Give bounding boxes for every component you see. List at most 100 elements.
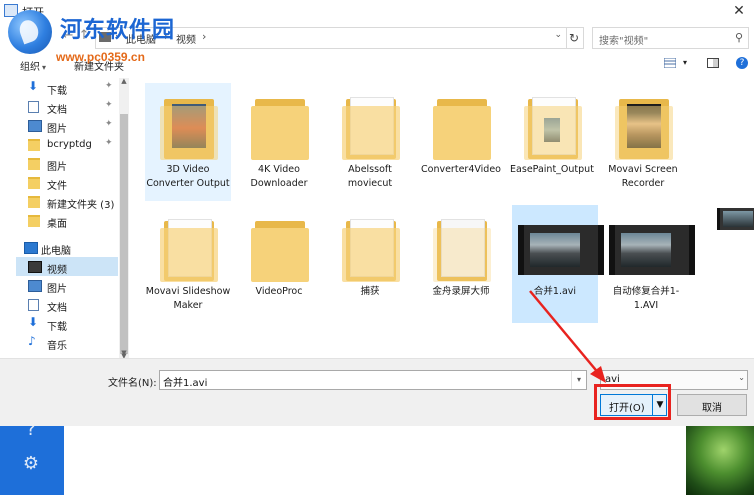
file-item-folder[interactable]: Movavi Slideshow Maker: [145, 205, 231, 323]
watermark-title: 河东软件园: [60, 17, 176, 43]
settings-icon[interactable]: ⚙: [19, 452, 43, 476]
folder-icon: [28, 139, 40, 151]
file-item-folder[interactable]: EasePaint_Output: [509, 83, 595, 201]
file-name: Movavi Screen Recorder: [608, 164, 678, 189]
folder-icon: [615, 96, 673, 160]
search-placeholder: 搜索"视频": [599, 36, 649, 47]
file-item-folder[interactable]: Abelssoft moviecut: [327, 83, 413, 201]
nav-item-downloads-pc[interactable]: ⬇ 下载: [16, 314, 118, 333]
search-icon[interactable]: ⚲: [735, 31, 743, 44]
file-name: 金舟录屏大师: [432, 286, 490, 297]
picture-icon: [28, 120, 42, 132]
folder-icon: [342, 218, 400, 282]
partial-video-thumbnail: [717, 208, 754, 230]
computer-icon: [24, 242, 38, 254]
nav-item-pictures-folder[interactable]: 图片: [16, 154, 118, 173]
nav-item-files[interactable]: 文件: [16, 173, 118, 192]
nav-item-label: 文档: [47, 303, 67, 314]
file-item-folder[interactable]: VideoProc: [236, 205, 322, 323]
file-item-folder[interactable]: 3D Video Converter Output: [145, 83, 231, 201]
file-name: EasePaint_Output: [510, 164, 594, 175]
chevron-down-icon[interactable]: ⌄: [554, 30, 562, 40]
nav-item-label: 新建文件夹 (3): [47, 200, 115, 211]
nav-item-new-folder-3[interactable]: 新建文件夹 (3): [16, 192, 118, 211]
video-thumbnail: [609, 225, 695, 275]
preview-pane-icon[interactable]: [707, 58, 719, 68]
file-item-folder[interactable]: 捕获: [327, 205, 413, 323]
nav-item-label: 图片: [47, 284, 67, 295]
file-list: 3D Video Converter Output 4K Video Downl…: [132, 78, 754, 358]
file-item-folder[interactable]: Movavi Screen Recorder: [600, 83, 686, 201]
video-thumbnail: [518, 225, 604, 275]
download-icon: ⬇: [28, 315, 39, 329]
cancel-button[interactable]: 取消: [677, 394, 747, 416]
navigation-pane: ⬇ 下载 ✦ 文档 ✦ 图片 ✦ bcryptdg ✦ 图片 文件 新建文件夹 …: [16, 78, 118, 358]
file-item-folder[interactable]: 4K Video Downloader: [236, 83, 322, 201]
help-icon[interactable]: ?: [736, 57, 748, 69]
nav-item-this-pc[interactable]: 此电脑: [16, 238, 118, 257]
filename-field[interactable]: 合并1.avi ▾: [159, 370, 587, 390]
nav-item-label: 此电脑: [41, 246, 71, 257]
nav-item-bcryptdg[interactable]: bcryptdg ✦: [16, 135, 118, 154]
scrollbar-thumb[interactable]: [120, 114, 128, 354]
filename-value: 合并1.avi: [163, 378, 208, 389]
close-button[interactable]: ✕: [730, 2, 748, 20]
filename-label: 文件名(N):: [108, 378, 157, 389]
nav-item-pictures-pc[interactable]: 图片: [16, 276, 118, 295]
view-options-icon[interactable]: [664, 58, 676, 68]
folder-icon: [28, 196, 40, 208]
site-watermark: 河东软件园 www.pc0359.cn: [8, 6, 208, 66]
nav-item-label: 文件: [47, 181, 67, 192]
folder-icon: [28, 215, 40, 227]
nav-item-label: 下载: [47, 86, 67, 97]
nav-item-videos[interactable]: 视频: [16, 257, 118, 276]
chevron-down-icon[interactable]: ▾: [683, 58, 687, 67]
nav-scrollbar[interactable]: ▲ ▼: [119, 77, 129, 360]
file-name: 3D Video Converter Output: [146, 164, 230, 189]
pin-icon: ✦: [105, 119, 113, 129]
nav-item-label: 视频: [47, 265, 67, 276]
chevron-down-icon[interactable]: ▾: [571, 371, 586, 389]
file-name: VideoProc: [255, 286, 303, 297]
folder-icon: [433, 96, 491, 160]
search-input[interactable]: 搜索"视频" ⚲: [592, 27, 749, 49]
pin-icon: ✦: [105, 100, 113, 110]
nav-item-documents[interactable]: 文档 ✦: [16, 97, 118, 116]
background-photo: [686, 420, 754, 495]
refresh-button[interactable]: ↻: [565, 27, 584, 49]
pin-icon: ✦: [105, 138, 113, 148]
nav-item-downloads[interactable]: ⬇ 下载 ✦: [16, 78, 118, 97]
video-folder-icon: [28, 261, 42, 273]
chevron-down-icon: ⌄: [738, 373, 745, 382]
file-name: Movavi Slideshow Maker: [145, 286, 231, 311]
file-name: 4K Video Downloader: [250, 164, 308, 189]
scroll-up-icon[interactable]: ▲: [119, 77, 129, 85]
file-item-folder[interactable]: 金舟录屏大师: [418, 205, 504, 323]
nav-item-label: 桌面: [47, 219, 67, 230]
document-icon: [28, 299, 39, 311]
file-name: Converter4Video: [421, 164, 501, 175]
file-name: Abelssoft moviecut: [347, 164, 393, 189]
folder-icon: [251, 218, 309, 282]
folder-icon: [28, 177, 40, 189]
nav-item-label: 图片: [47, 162, 67, 173]
nav-item-label: 文档: [47, 105, 67, 116]
nav-item-label: 图片: [47, 124, 67, 135]
file-item-folder[interactable]: Converter4Video: [418, 83, 504, 201]
music-icon: ♪: [28, 334, 36, 348]
watermark-logo-icon: [8, 10, 52, 54]
folder-icon: [524, 96, 582, 160]
file-name: 合并1.avi: [533, 286, 577, 297]
pin-icon: ✦: [105, 81, 113, 91]
cancel-label: 取消: [702, 403, 722, 414]
folder-icon: [28, 158, 40, 170]
nav-item-pictures[interactable]: 图片 ✦: [16, 116, 118, 135]
file-item-video[interactable]: 合并1.avi: [512, 205, 604, 323]
nav-item-documents-pc[interactable]: 文档: [16, 295, 118, 314]
nav-item-music[interactable]: ♪ 音乐: [16, 333, 118, 352]
file-item-video[interactable]: 自动修复合并1-1.AVI: [603, 205, 695, 323]
folder-icon: [342, 96, 400, 160]
file-name: 自动修复合并1-1.AVI: [612, 286, 680, 311]
folder-icon: [160, 96, 218, 160]
nav-item-desktop[interactable]: 桌面: [16, 211, 118, 230]
